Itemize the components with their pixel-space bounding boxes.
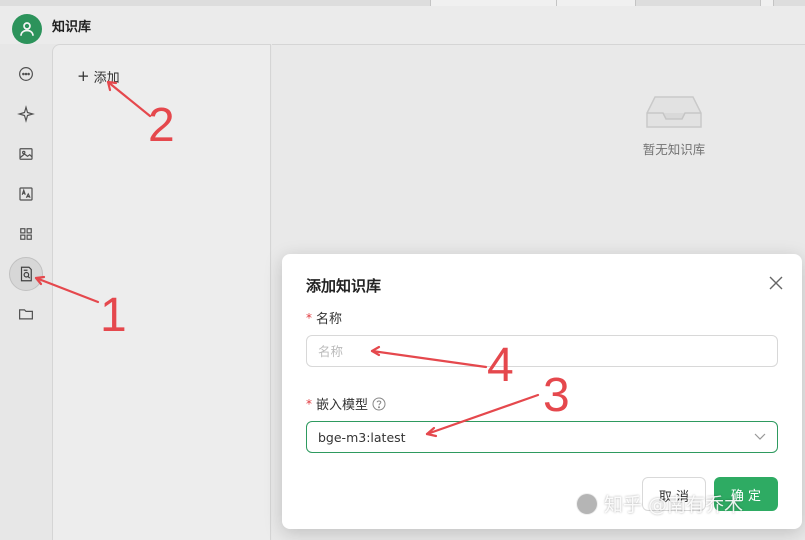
knowledge-base-button[interactable] bbox=[9, 257, 43, 291]
watermark-badge-icon bbox=[576, 492, 598, 515]
name-input[interactable] bbox=[306, 335, 778, 367]
embedding-model-select[interactable]: bge-m3:latest bbox=[306, 421, 778, 453]
dialog-title: 添加知识库 bbox=[306, 277, 382, 295]
chat-button[interactable] bbox=[9, 57, 43, 91]
icon-rail bbox=[0, 44, 52, 540]
help-icon[interactable] bbox=[372, 397, 386, 411]
annotation-number: 4 bbox=[487, 339, 514, 392]
plus-icon: + bbox=[77, 67, 90, 85]
annotation-number: 3 bbox=[543, 369, 570, 422]
watermark-text: 知乎 @南有乔木 bbox=[604, 494, 744, 516]
knowledge-base-icon bbox=[20, 266, 32, 282]
files-button[interactable] bbox=[9, 297, 43, 331]
add-knowledge-dialog: 添加知识库 * 名称 * 嵌入模型 bge-m3:latest 取 消 确 定 bbox=[282, 254, 802, 529]
close-icon bbox=[769, 276, 783, 290]
image-icon bbox=[19, 148, 33, 160]
annotation-number: 1 bbox=[100, 289, 127, 342]
sparkle-icon bbox=[17, 105, 35, 123]
app-header: 知识库 bbox=[0, 6, 805, 44]
add-label: 添加 bbox=[93, 71, 120, 86]
translate-button[interactable] bbox=[9, 177, 43, 211]
required-mark: * bbox=[306, 396, 312, 411]
required-mark: * bbox=[306, 310, 312, 325]
translate-icon bbox=[19, 187, 33, 201]
name-field-label: * 名称 bbox=[306, 308, 343, 328]
select-value: bge-m3:latest bbox=[318, 429, 406, 445]
image-button[interactable] bbox=[9, 137, 43, 171]
folder-icon bbox=[19, 309, 33, 320]
apps-button[interactable] bbox=[9, 217, 43, 251]
model-label-text: 嵌入模型 bbox=[316, 398, 369, 413]
page-title: 知识库 bbox=[52, 20, 92, 35]
chevron-down-icon bbox=[754, 433, 766, 440]
annotation-number: 2 bbox=[148, 99, 175, 152]
add-knowledge-button[interactable]: + 添加 bbox=[77, 67, 120, 87]
user-icon bbox=[20, 22, 34, 36]
watermark: 知乎 @南有乔木 bbox=[576, 490, 743, 517]
avatar[interactable] bbox=[12, 14, 42, 44]
empty-inbox-icon bbox=[646, 96, 702, 128]
empty-state: 暂无知识库 bbox=[624, 89, 724, 158]
model-field-label: * 嵌入模型 bbox=[306, 394, 386, 413]
chat-icon bbox=[19, 67, 33, 81]
assistant-button[interactable] bbox=[9, 97, 43, 131]
apps-icon bbox=[20, 228, 32, 240]
close-button[interactable] bbox=[766, 273, 786, 293]
empty-text: 暂无知识库 bbox=[642, 142, 706, 157]
name-label-text: 名称 bbox=[316, 312, 343, 327]
